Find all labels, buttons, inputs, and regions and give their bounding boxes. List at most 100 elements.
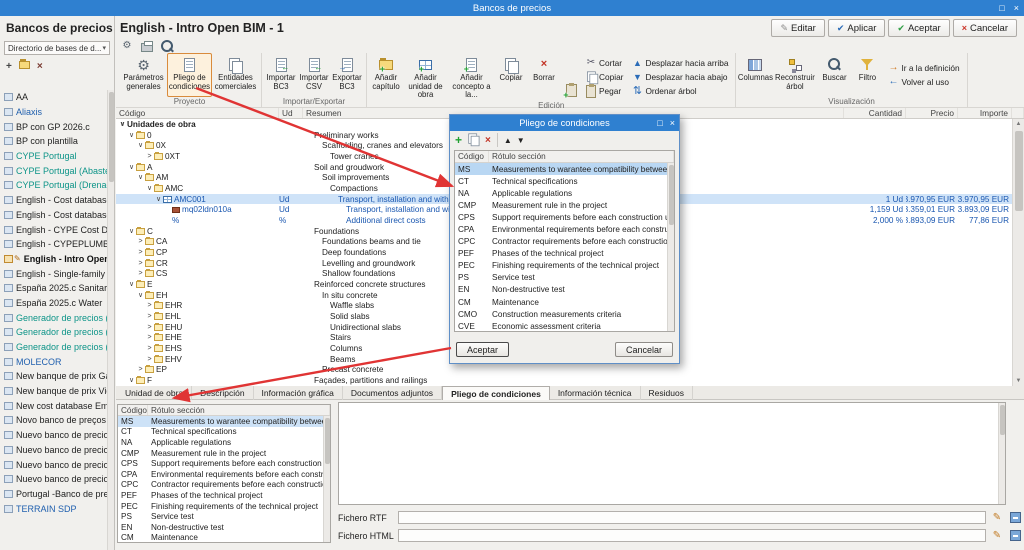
collapsed-icon[interactable]: > bbox=[136, 260, 145, 267]
section-row[interactable]: PEFPhases of the technical project bbox=[455, 248, 674, 260]
sidebar-item[interactable]: España 2025.c Water bbox=[0, 296, 107, 311]
scrollbar-thumb[interactable] bbox=[669, 165, 674, 225]
move-down-icon[interactable]: ▼ bbox=[517, 136, 525, 145]
sidebar-item[interactable]: English - Cost databases - 1 bbox=[0, 208, 107, 223]
collapsed-icon[interactable]: > bbox=[145, 153, 154, 160]
tree-row[interactable]: ∨FFaçades, partitions and railings bbox=[116, 375, 1024, 386]
section-row[interactable]: CTTechnical specifications bbox=[455, 175, 674, 187]
expanded-icon[interactable]: ∨ bbox=[127, 164, 136, 171]
section-row[interactable]: PEFPhases of the technical project bbox=[118, 490, 330, 501]
print-button[interactable] bbox=[140, 40, 154, 52]
sidebar-item[interactable]: Nuevo banco de precios bbox=[0, 428, 107, 443]
header-button-editar[interactable]: ✎Editar bbox=[771, 19, 824, 37]
toolbar-item-desplazar-hacia-abajo[interactable]: ▼Desplazar hacia abajo bbox=[632, 71, 728, 83]
add-database-icon[interactable]: + bbox=[6, 62, 12, 72]
expanded-icon[interactable]: ∨ bbox=[127, 228, 136, 235]
header-button-aceptar[interactable]: ✔Aceptar bbox=[888, 19, 949, 37]
section-row[interactable]: PSService test bbox=[455, 272, 674, 284]
sidebar-item[interactable]: English - Cost database - 2 bbox=[0, 193, 107, 208]
section-text-area[interactable] bbox=[338, 402, 1006, 505]
expanded-icon[interactable]: ∨ bbox=[136, 174, 145, 181]
fichero-rtf-input[interactable] bbox=[398, 511, 986, 524]
sidebar-item[interactable]: Nuevo banco de precios em... bbox=[0, 472, 107, 487]
dialog-accept-button[interactable]: Aceptar bbox=[456, 342, 509, 357]
section-row[interactable]: NAApplicable regulations bbox=[455, 187, 674, 199]
sidebar-item[interactable]: English - CYPE Cost Databas... bbox=[0, 222, 107, 237]
maximize-icon[interactable]: □ bbox=[999, 0, 1004, 16]
sidebar-item[interactable]: New banque de prix Vide bbox=[0, 384, 107, 399]
tab-pliego-de-condiciones[interactable]: Pliego de condiciones bbox=[442, 386, 550, 400]
collapsed-icon[interactable]: > bbox=[145, 356, 154, 363]
directory-select[interactable]: Directorio de bases de d... ▾ bbox=[4, 41, 110, 55]
toolbar-button-copiar[interactable]: Copiar bbox=[495, 53, 527, 101]
collapsed-icon[interactable]: > bbox=[136, 238, 145, 245]
section-row[interactable]: CMPMeasurement rule in the project bbox=[118, 448, 330, 459]
tree-row[interactable]: >EPPrecast concrete bbox=[116, 364, 1024, 375]
section-row[interactable]: PECFinishing requirements of the technic… bbox=[118, 501, 330, 512]
sidebar-item[interactable]: BP con GP 2026.c bbox=[0, 119, 107, 134]
section-row[interactable]: CPSSupport requirements before each cons… bbox=[118, 458, 330, 469]
delete-section-icon[interactable]: × bbox=[485, 135, 491, 146]
section-row[interactable]: CVEEconomic assessment criteria bbox=[455, 320, 674, 332]
paste-concept-button[interactable]: + bbox=[563, 82, 579, 98]
toolbar-button-a-adir-unidad-de-obra[interactable]: +Añadir unidad de obra bbox=[403, 53, 448, 101]
toolbar-button-par-metros-generales[interactable]: ⚙Parámetros generales bbox=[121, 53, 166, 97]
collapsed-icon[interactable]: > bbox=[145, 324, 154, 331]
toolbar-item-desplazar-hacia-arriba[interactable]: ▲Desplazar hacia arriba bbox=[632, 57, 728, 69]
view-file-icon[interactable] bbox=[1008, 512, 1022, 523]
sidebar-item[interactable]: Generador de precios (sumin... bbox=[0, 340, 107, 355]
section-row[interactable]: CPAEnvironmental requirements before eac… bbox=[455, 223, 674, 235]
toolbar-button-importar-csv[interactable]: ←Importar CSV bbox=[298, 53, 330, 97]
sidebar-item[interactable]: Portugal -Banco de preços - 1 bbox=[0, 487, 107, 502]
sidebar-item[interactable]: Novo banco de preços Mod... bbox=[0, 413, 107, 428]
sidebar-item[interactable]: Nuevo banco de precios a p... bbox=[0, 443, 107, 458]
expanded-icon[interactable]: ∨ bbox=[154, 196, 163, 203]
collapsed-icon[interactable]: > bbox=[145, 313, 154, 320]
toolbar-item-ordenar-rbol[interactable]: ⇅Ordenar árbol bbox=[632, 85, 728, 97]
header-button-aplicar[interactable]: ✔Aplicar bbox=[828, 19, 886, 37]
tab-unidad-de-obra[interactable]: Unidad de obra bbox=[117, 386, 192, 400]
collapsed-icon[interactable]: > bbox=[136, 249, 145, 256]
fichero-html-input[interactable] bbox=[398, 529, 986, 542]
edit-file-icon[interactable]: ✎ bbox=[990, 530, 1004, 541]
scroll-down-icon[interactable]: ▼ bbox=[1013, 376, 1024, 386]
scrollbar-thumb[interactable] bbox=[1000, 405, 1005, 435]
view-file-icon[interactable] bbox=[1008, 530, 1022, 541]
sidebar-item[interactable]: CYPE Portugal bbox=[0, 149, 107, 164]
section-row[interactable]: ENNon-destructive test bbox=[455, 284, 674, 296]
section-row[interactable]: CMOConstruction measurements criteria bbox=[455, 308, 674, 320]
expanded-icon[interactable]: ∨ bbox=[145, 185, 154, 192]
toolbar-button-columnas[interactable]: Columnas bbox=[739, 53, 771, 97]
section-row[interactable]: ENNon-destructive test bbox=[118, 522, 330, 533]
section-row[interactable]: CMMaintenance bbox=[118, 533, 330, 543]
sidebar-item[interactable]: Generador de precios (sumin... bbox=[0, 325, 107, 340]
toolbar-button-filtro[interactable]: Filtro bbox=[851, 53, 883, 97]
sidebar-scrollbar[interactable] bbox=[107, 90, 114, 550]
section-row[interactable]: PECFinishing requirements of the technic… bbox=[455, 260, 674, 272]
dialog-maximize-icon[interactable]: □ bbox=[657, 118, 662, 128]
sidebar-item[interactable]: Nuevo banco de precios a p... bbox=[0, 457, 107, 472]
expanded-icon[interactable]: ∨ bbox=[136, 142, 145, 149]
toolbar-button-borrar[interactable]: ×Borrar bbox=[528, 53, 560, 101]
section-row[interactable]: CTTechnical specifications bbox=[118, 427, 330, 438]
collapsed-icon[interactable]: > bbox=[136, 270, 145, 277]
open-folder-icon[interactable] bbox=[19, 61, 30, 72]
section-row[interactable]: MSMeasurements to warantee compatibility… bbox=[455, 163, 674, 175]
sidebar-item[interactable]: Aliaxis bbox=[0, 105, 107, 120]
scrollbar-thumb[interactable] bbox=[109, 92, 114, 182]
section-row[interactable]: CMPMeasurement rule in the project bbox=[455, 199, 674, 211]
expanded-icon[interactable]: ∨ bbox=[127, 281, 136, 288]
tab-residuos[interactable]: Residuos bbox=[641, 386, 693, 400]
toolbar-button-reconstruir-rbol[interactable]: Reconstruir árbol bbox=[772, 53, 817, 97]
zoom-button[interactable] bbox=[160, 40, 174, 52]
header-button-cancelar[interactable]: ×Cancelar bbox=[953, 19, 1017, 37]
move-up-icon[interactable]: ▲ bbox=[504, 136, 512, 145]
section-row[interactable]: MSMeasurements to warantee compatibility… bbox=[118, 416, 330, 427]
sidebar-item[interactable]: Generador de precios (evacu... bbox=[0, 310, 107, 325]
toolbar-item-cortar[interactable]: ✂Cortar bbox=[586, 57, 623, 69]
sidebar-item[interactable]: English - Single-family detac... bbox=[0, 266, 107, 281]
toolbar-item-ir-a-la-definici-n[interactable]: →Ir a la definición bbox=[888, 62, 959, 74]
sidebar-item[interactable]: CYPE Portugal (Abasteciem... bbox=[0, 163, 107, 178]
toolbar-button-entidades-comerciales[interactable]: Entidades comerciales bbox=[213, 53, 258, 97]
tab-descripci-n[interactable]: Descripción bbox=[192, 386, 253, 400]
